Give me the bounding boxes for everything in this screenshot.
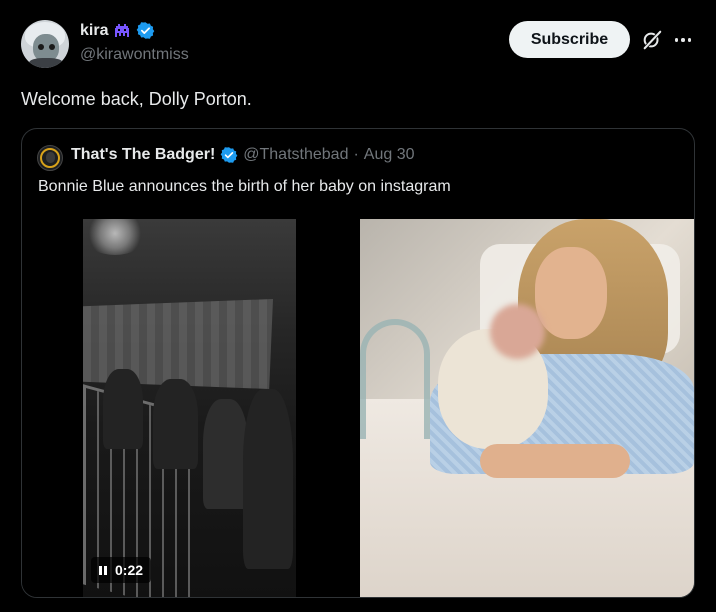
video-controls[interactable]: 0:22 <box>91 557 152 583</box>
media-grid: 0:22 <box>22 218 694 597</box>
meta-separator: · <box>353 146 359 163</box>
more-icon[interactable] <box>672 29 694 51</box>
quoted-date[interactable]: Aug 30 <box>364 146 415 164</box>
grok-icon[interactable] <box>641 29 663 51</box>
quoted-text: Bonnie Blue announces the birth of her b… <box>38 178 451 195</box>
quoted-display-name[interactable]: That's The Badger! <box>71 146 215 164</box>
quoted-post[interactable]: That's The Badger! @Thatsthebad · Aug 30… <box>21 128 695 598</box>
video-duration: 0:22 <box>115 562 144 578</box>
author-handle[interactable]: @kirawontmiss <box>80 46 189 64</box>
post-text: Welcome back, Dolly Porton. <box>21 89 252 109</box>
video-thumbnail[interactable]: 0:22 <box>83 219 296 597</box>
quoted-avatar[interactable] <box>37 145 63 171</box>
pause-icon[interactable] <box>99 565 107 575</box>
author-name-row: kira <box>80 21 155 40</box>
avatar[interactable] <box>21 20 69 68</box>
verified-badge-icon <box>220 147 238 163</box>
quoted-handle[interactable]: @Thatsthebad <box>243 146 348 164</box>
author-display-name[interactable]: kira <box>80 22 108 40</box>
post: kira @kirawontmiss Subscribe Welcome bac… <box>0 0 716 612</box>
video-container[interactable]: 0:22 <box>22 218 354 597</box>
verified-badge-icon <box>137 22 155 39</box>
photo-image[interactable] <box>360 219 694 597</box>
subscribe-button[interactable]: Subscribe <box>509 21 630 58</box>
alien-monster-icon <box>115 23 130 37</box>
quoted-header: That's The Badger! @Thatsthebad · Aug 30 <box>71 146 415 164</box>
